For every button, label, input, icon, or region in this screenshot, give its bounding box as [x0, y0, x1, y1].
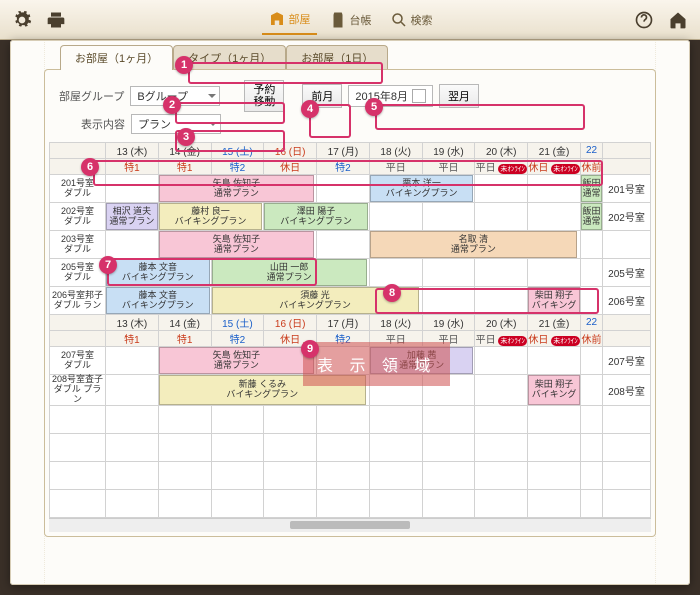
- reservation-block[interactable]: 矢島 佐知子通常プラン: [159, 175, 314, 202]
- reservation-block[interactable]: 栗本 洋一バイキングプラン: [370, 175, 474, 202]
- month-display[interactable]: 2015年8月: [348, 85, 433, 107]
- callout-5: 5: [365, 98, 383, 116]
- print-icon[interactable]: [42, 6, 70, 34]
- label-display-content: 表示内容: [81, 116, 125, 132]
- callout-3: 3: [177, 128, 195, 146]
- reservation-block[interactable]: 名取 清通常プラン: [370, 231, 577, 258]
- help-icon[interactable]: [630, 6, 658, 34]
- reservation-block[interactable]: 藤村 良一バイキングプラン: [159, 203, 263, 230]
- display-area-overlay: 表 示 領 域: [303, 342, 450, 386]
- callout-4: 4: [301, 100, 319, 118]
- callout-9: 9: [301, 340, 319, 358]
- tab-room-month[interactable]: お部屋（1ヶ月）: [60, 45, 173, 70]
- home-icon[interactable]: [664, 6, 692, 34]
- top-toolbar: 部屋 台帳 検索: [0, 0, 700, 40]
- reservation-block[interactable]: 藤本 文音バイキングプラン: [106, 287, 210, 314]
- nav-room[interactable]: 部屋: [262, 5, 317, 35]
- next-month-button[interactable]: 翌月: [439, 84, 479, 108]
- callout-1: 1: [175, 56, 193, 74]
- calendar-card: 部屋グループ Bグループ 予約 移動 前月 2015年8月 翌月 表示内容 プラ…: [44, 69, 656, 537]
- label-room-group: 部屋グループ: [59, 88, 124, 104]
- reservation-block[interactable]: 矢島 佐知子通常プラン: [159, 347, 314, 374]
- reservation-block[interactable]: 澤田 陽子バイキングプラン: [264, 203, 368, 230]
- reservation-block[interactable]: 飯田通常: [581, 175, 602, 202]
- calendar-grid: 13 (木)14 (金)15 (土)16 (日)17 (月)18 (火)19 (…: [49, 142, 651, 518]
- horizontal-scrollbar[interactable]: [49, 518, 651, 532]
- tab-room-day[interactable]: お部屋（1日）: [286, 45, 388, 70]
- gear-icon[interactable]: [8, 6, 36, 34]
- reservation-block[interactable]: 矢島 佐知子通常プラン: [159, 231, 314, 258]
- callout-7: 7: [99, 256, 117, 274]
- reservation-block[interactable]: 藤本 文音バイキングプラン: [106, 259, 210, 286]
- reservation-block[interactable]: 山田 一郎通常プラン: [212, 259, 367, 286]
- view-tabs: お部屋（1ヶ月） タイプ（1ヶ月） お部屋（1日）: [10, 44, 690, 69]
- nav-search[interactable]: 検索: [384, 5, 439, 35]
- move-reservation-button[interactable]: 予約 移動: [244, 80, 284, 112]
- callout-2: 2: [163, 96, 181, 114]
- reservation-block[interactable]: 柴田 翔子バイキング: [528, 287, 580, 314]
- reservation-block[interactable]: 飯田通常: [581, 203, 602, 230]
- callout-6: 6: [81, 158, 99, 176]
- select-display-content[interactable]: プラン: [131, 114, 221, 134]
- nav-ledger[interactable]: 台帳: [323, 5, 378, 35]
- reservation-block[interactable]: 柴田 翔子バイキング: [528, 375, 580, 405]
- main-sheet: お部屋（1ヶ月） タイプ（1ヶ月） お部屋（1日） 部屋グループ Bグループ 予…: [10, 40, 690, 585]
- reservation-block[interactable]: 相沢 道夫通常プラン: [106, 203, 158, 230]
- calendar-picker-icon[interactable]: [412, 89, 426, 103]
- callout-8: 8: [383, 284, 401, 302]
